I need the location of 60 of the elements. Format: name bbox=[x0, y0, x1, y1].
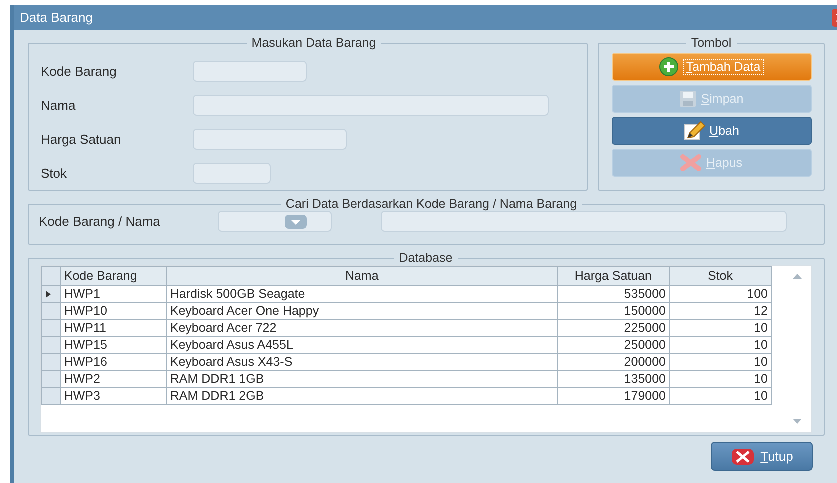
table-cell: RAM DDR1 1GB bbox=[166, 370, 558, 388]
row-header[interactable] bbox=[42, 286, 61, 302]
plus-circle-icon bbox=[659, 57, 680, 77]
table-cell: HWP15 bbox=[60, 336, 167, 354]
table-cell: Hardisk 500GB Seagate bbox=[166, 286, 558, 302]
table-cell: 10 bbox=[670, 370, 772, 388]
table-cell: 250000 bbox=[557, 336, 670, 354]
table-cell: 10 bbox=[670, 354, 772, 370]
input-field[interactable] bbox=[193, 94, 549, 116]
table-cell: 100 bbox=[670, 286, 772, 302]
window-title: Data Barang bbox=[19, 10, 93, 25]
cross-icon bbox=[680, 154, 702, 172]
close-button[interactable]: Tutup bbox=[711, 442, 813, 471]
column-header[interactable]: Harga Satuan bbox=[557, 266, 670, 286]
table-cell: 225000 bbox=[557, 320, 670, 336]
table-cell: 10 bbox=[670, 388, 772, 404]
table-cell: 179000 bbox=[557, 388, 670, 404]
scroll-down-icon[interactable] bbox=[793, 419, 802, 424]
table-cell: RAM DDR1 2GB bbox=[166, 388, 558, 404]
field-label: Kode Barang / Nama bbox=[39, 214, 162, 229]
row-pointer-icon bbox=[46, 291, 51, 298]
table-cell: Keyboard Asus A455L bbox=[166, 336, 558, 354]
search-field[interactable] bbox=[381, 211, 787, 232]
column-header[interactable]: Kode Barang bbox=[60, 266, 167, 286]
table-cell: HWP11 bbox=[60, 320, 167, 336]
input-field[interactable] bbox=[193, 162, 271, 184]
table-cell: HWP10 bbox=[60, 302, 167, 320]
table-cell: 135000 bbox=[557, 370, 670, 388]
dropdown[interactable] bbox=[218, 211, 332, 232]
column-header[interactable]: Nama bbox=[166, 266, 558, 286]
action-button[interactable]: Ubah bbox=[612, 117, 812, 145]
group-title: Masukan Data Barang bbox=[250, 36, 378, 50]
table-cell: HWP3 bbox=[60, 388, 167, 404]
input-field[interactable] bbox=[193, 128, 347, 150]
table-cell: 535000 bbox=[557, 286, 670, 302]
field-label: Stok bbox=[41, 166, 68, 180]
input-field[interactable] bbox=[193, 60, 307, 82]
table-cell: Keyboard Acer One Happy bbox=[166, 302, 558, 320]
field-label: Kode Barang bbox=[41, 64, 118, 78]
floppy-icon bbox=[679, 90, 698, 108]
table-cell: HWP1 bbox=[60, 286, 167, 302]
group-title: Database bbox=[398, 251, 454, 265]
table-cell: 12 bbox=[670, 302, 772, 320]
table-cell: 10 bbox=[670, 336, 772, 354]
group-title: Cari Data Berdasarkan Kode Barang / Nama Barang bbox=[284, 197, 578, 211]
field-label: Nama bbox=[41, 98, 77, 112]
scroll-up-icon[interactable] bbox=[793, 274, 802, 279]
table-cell: HWP16 bbox=[60, 354, 167, 370]
table-cell: 150000 bbox=[557, 302, 670, 320]
column-header[interactable]: Stok bbox=[670, 266, 772, 286]
group-title: Tombol bbox=[690, 36, 733, 50]
table-cell: Keyboard Acer 722 bbox=[166, 320, 558, 336]
action-button[interactable]: Tambah Data bbox=[612, 53, 812, 81]
table-cell: HWP2 bbox=[60, 370, 167, 388]
pencil-icon bbox=[684, 121, 706, 141]
field-label: Harga Satuan bbox=[41, 132, 122, 146]
cross-icon bbox=[730, 448, 755, 466]
table-cell: 200000 bbox=[557, 354, 670, 370]
table-cell: 10 bbox=[670, 320, 772, 336]
table-cell: Keyboard Asus X43-S bbox=[166, 354, 558, 370]
